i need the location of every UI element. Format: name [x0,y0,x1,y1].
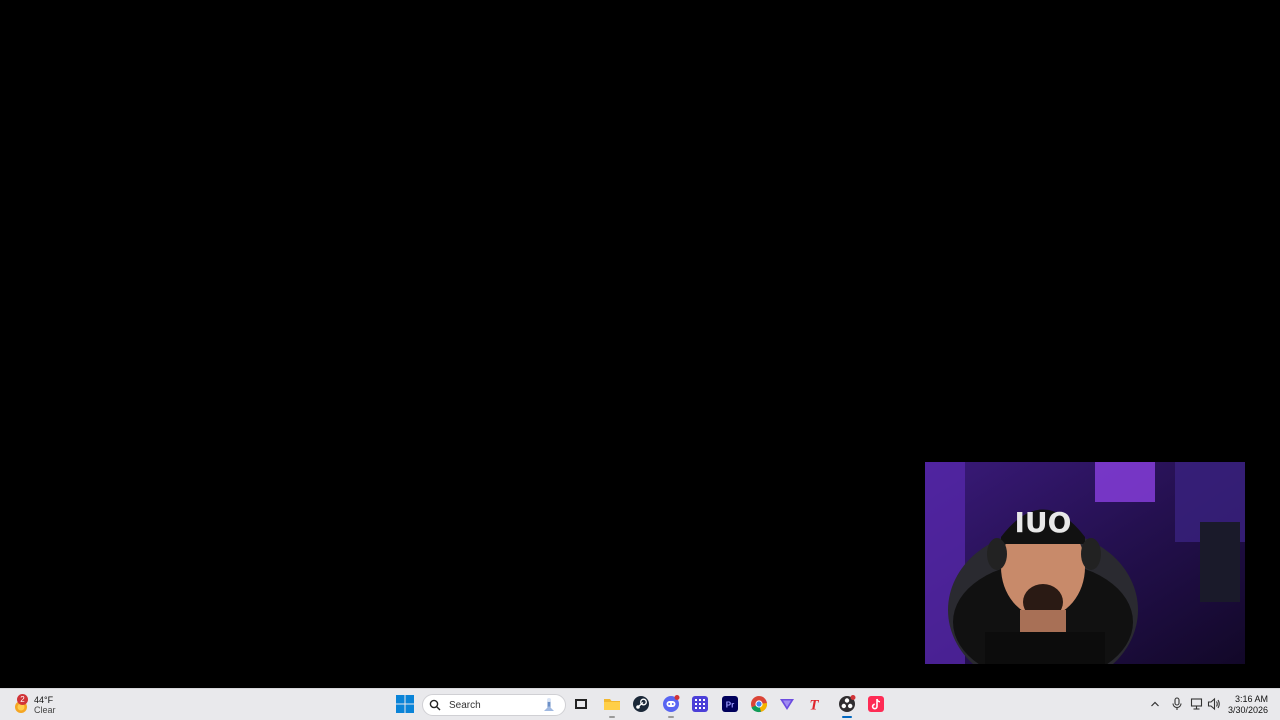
webcam-overlay: IUO [925,462,1245,664]
steam-icon [633,696,649,712]
clock-date: 3/30/2026 [1227,705,1268,715]
weather-temperature: 44°F [34,695,54,705]
microphone-tray-button[interactable] [1170,697,1184,711]
vpn-triangle-icon [780,699,794,710]
svg-text:T: T [809,698,819,713]
windows-logo-icon [396,695,414,713]
premiere-pro-icon: Pr [722,696,738,712]
grid-app-icon [692,696,708,712]
weather-widget[interactable]: 2 44°F Clear [12,692,56,718]
search-highlight-icon [541,697,557,713]
running-indicator [609,716,615,718]
premiere-pro-button[interactable]: Pr [720,694,740,714]
text-app-button[interactable]: T [804,694,824,714]
clock-time: 3:16 AM [1234,694,1268,704]
obs-button[interactable] [837,694,857,718]
taskbar: 2 44°F Clear Search Pr T 3:16 AM 3/30/20… [0,688,1280,720]
discord-icon [663,695,680,712]
volume-tray-button[interactable] [1207,697,1221,711]
weather-condition: Clear [34,705,56,715]
webcam-feed-image: IUO [925,462,1245,664]
obs-icon [839,695,856,712]
svg-text:Pr: Pr [726,701,734,710]
tiktok-icon [868,696,884,712]
clock-button[interactable]: 3:16 AM 3/30/2026 [1228,694,1268,716]
start-button[interactable] [394,693,416,715]
chrome-icon [751,696,768,713]
folder-icon [604,699,620,710]
notification-badge: 2 [17,694,28,705]
steam-button[interactable] [631,694,651,714]
microphone-icon [1172,697,1182,710]
beanie-logo: IUO [1015,506,1072,539]
running-indicator-active [842,716,852,718]
vpn-button[interactable] [777,694,797,714]
search-icon [429,699,441,711]
search-label: Search [449,699,481,711]
grid-app-button[interactable] [690,694,710,714]
task-view-button[interactable] [571,694,591,714]
tiktok-button[interactable] [866,694,886,714]
network-tray-button[interactable] [1190,697,1204,711]
text-t-icon: T [809,698,819,713]
chevron-up-icon [1151,701,1159,707]
network-icon [1190,698,1203,710]
discord-button[interactable] [661,694,681,718]
show-hidden-icons-button[interactable] [1149,697,1161,709]
taskbar-search-box[interactable]: Search [422,694,566,716]
file-explorer-button[interactable] [602,694,622,718]
running-indicator [668,716,674,718]
task-view-icon [575,699,587,709]
chrome-button[interactable] [749,694,769,714]
speaker-icon [1207,697,1220,711]
weather-sun-icon: 2 [12,694,30,714]
